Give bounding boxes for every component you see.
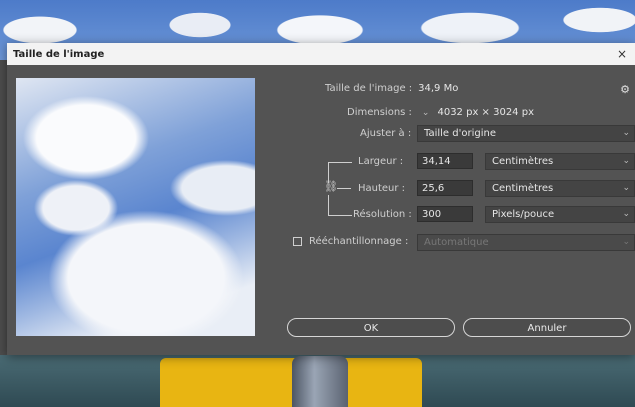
- width-unit-value: Centimètres: [492, 156, 554, 167]
- ok-button[interactable]: OK: [287, 318, 455, 337]
- link-icon[interactable]: ⛓: [324, 180, 338, 193]
- close-icon[interactable]: ×: [615, 47, 629, 61]
- width-row: Largeur :: [358, 156, 403, 167]
- fit-select-value: Taille d'origine: [424, 128, 496, 139]
- resample-select-value: Automatique: [424, 237, 489, 248]
- cancel-button[interactable]: Annuler: [463, 318, 631, 337]
- resample-label: Rééchantillonnage :: [309, 236, 409, 247]
- background-boat: [160, 358, 422, 407]
- dimensions-chevron-icon[interactable]: ⌄: [422, 108, 430, 118]
- chevron-down-icon: ⌄: [622, 237, 630, 247]
- chevron-down-icon: ⌄: [622, 128, 630, 138]
- constraint-bracket-mid: [337, 188, 351, 189]
- width-field[interactable]: 34,14: [417, 153, 473, 169]
- dimensions-row: Dimensions : ⌄ 4032 px × 3024 px: [347, 107, 534, 118]
- height-label: Hauteur :: [358, 183, 406, 194]
- resolution-unit-select[interactable]: Pixels/pouce ⌄: [485, 206, 635, 223]
- width-label: Largeur :: [358, 156, 404, 167]
- fit-select[interactable]: Taille d'origine ⌄: [417, 125, 635, 142]
- resolution-row: Résolution :: [353, 209, 412, 220]
- resample-select[interactable]: Automatique ⌄: [417, 234, 635, 251]
- resolution-unit-value: Pixels/pouce: [492, 209, 555, 220]
- image-size-dialog: Taille de l'image × Taille de l'image : …: [7, 43, 635, 355]
- resolution-label: Résolution :: [353, 209, 412, 220]
- image-size-label: Taille de l'image :: [325, 83, 413, 94]
- constraint-bracket-bottom: [328, 195, 352, 216]
- height-field[interactable]: 25,6: [417, 180, 473, 196]
- resolution-field[interactable]: 300: [417, 206, 473, 222]
- dimensions-label: Dimensions :: [347, 107, 412, 118]
- chevron-down-icon: ⌄: [622, 183, 630, 193]
- height-row: Hauteur :: [358, 183, 405, 194]
- dialog-title: Taille de l'image: [13, 48, 105, 60]
- resample-checkbox[interactable]: [293, 237, 302, 246]
- chevron-down-icon: ⌄: [622, 209, 630, 219]
- gear-icon[interactable]: ⚙: [619, 84, 631, 96]
- chevron-down-icon: ⌄: [622, 156, 630, 166]
- height-unit-value: Centimètres: [492, 183, 554, 194]
- dimensions-value: 4032 px × 3024 px: [437, 107, 534, 118]
- fit-label: Ajuster à :: [360, 128, 412, 139]
- dialog-titlebar: Taille de l'image ×: [7, 43, 635, 65]
- image-size-row: Taille de l'image : 34,9 Mo: [325, 83, 458, 94]
- image-size-value: 34,9 Mo: [418, 83, 459, 94]
- width-unit-select[interactable]: Centimètres ⌄: [485, 153, 635, 170]
- image-preview[interactable]: [16, 78, 255, 336]
- resample-row: Rééchantillonnage :: [309, 236, 408, 247]
- fit-row: Ajuster à :: [360, 128, 411, 139]
- height-unit-select[interactable]: Centimètres ⌄: [485, 180, 635, 197]
- background-post: [292, 356, 348, 407]
